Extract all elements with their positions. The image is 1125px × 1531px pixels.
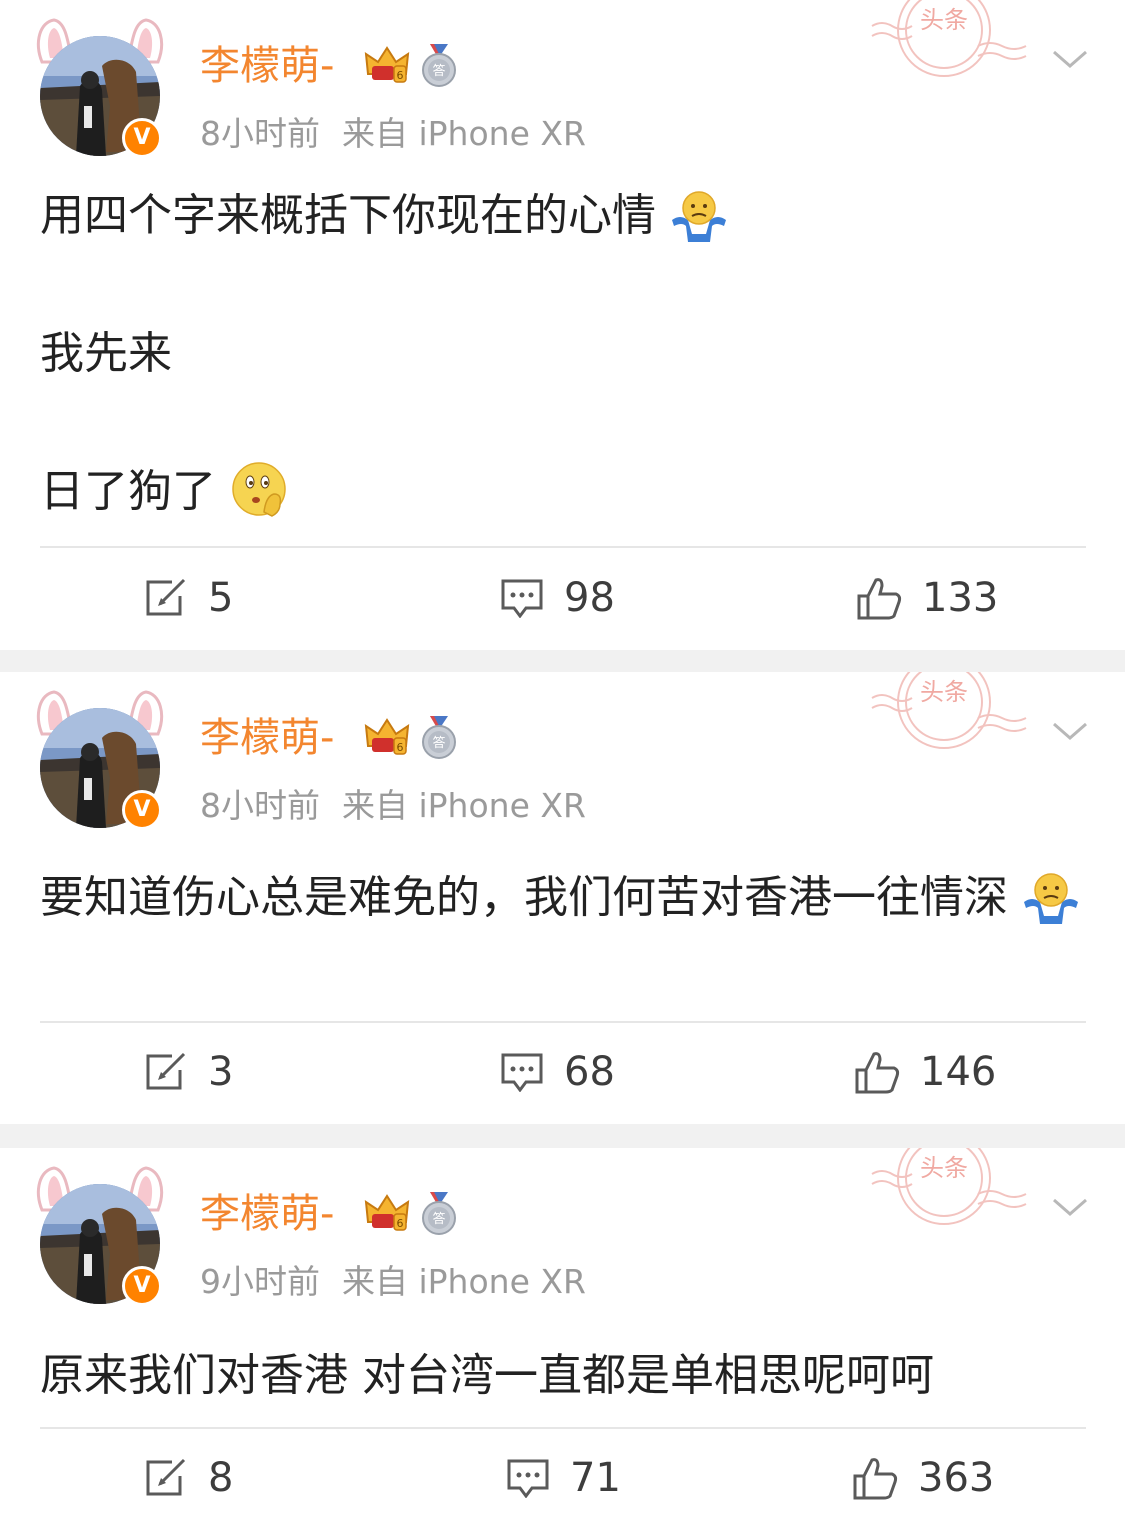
verified-badge: V: [122, 1266, 162, 1306]
headline-stamp-icon: 头条: [871, 1148, 1027, 1225]
comment-icon: [501, 1053, 543, 1092]
like-count: 146: [920, 1049, 997, 1095]
post-text: 要知道伤心总是难免的，我们何苦对香港一往情深: [40, 872, 1008, 923]
answer-medal-icon[interactable]: 答: [418, 1190, 460, 1236]
comment-button[interactable]: 71: [506, 1448, 621, 1508]
crown-vip-icon[interactable]: 6: [364, 716, 410, 758]
stamp-text: 头条: [920, 1154, 968, 1182]
thumbs-up-icon: [855, 1052, 900, 1094]
comment-count: 98: [564, 575, 615, 621]
repost-button[interactable]: 5: [144, 568, 233, 628]
like-button[interactable]: 363: [852, 1448, 994, 1508]
post-meta: 9小时前 来自 iPhone XR: [200, 1260, 586, 1304]
post-text: 我先来: [40, 328, 172, 379]
thinking-emoji-icon: [232, 462, 286, 517]
post-separator: [0, 1124, 1125, 1148]
comment-count: 68: [564, 1049, 615, 1095]
post-text: 用四个字来概括下你现在的心情: [40, 190, 656, 241]
thumbs-up-icon: [857, 578, 902, 620]
avatar-wrap[interactable]: V: [32, 1162, 168, 1307]
post-content: 原来我们对香港 对台湾一直都是单相思呢呵呵: [40, 1342, 1090, 1410]
post-source[interactable]: 来自 iPhone XR: [342, 114, 586, 153]
post-card[interactable]: V 李檬萌- 6 答 9小时前 来自 iPhone XR 头条 原来我们对香港 …: [0, 1148, 1125, 1531]
comment-icon: [507, 1459, 549, 1498]
repost-icon: [146, 1458, 186, 1496]
chevron-down-icon[interactable]: [1050, 716, 1090, 746]
divider: [40, 1427, 1086, 1429]
post-text: 原来我们对香港 对台湾一直都是单相思呢呵呵: [40, 1350, 934, 1401]
svg-text:答: 答: [432, 735, 445, 751]
username[interactable]: 李檬萌-: [200, 1186, 334, 1242]
shrug-emoji-icon: [672, 191, 726, 242]
comment-count: 71: [570, 1455, 621, 1501]
like-button[interactable]: 133: [856, 568, 998, 628]
like-count: 133: [922, 575, 999, 621]
post-time: 9小时前: [200, 1262, 320, 1301]
answer-medal-icon[interactable]: 答: [418, 714, 460, 760]
avatar-wrap[interactable]: V: [32, 14, 168, 159]
avatar-wrap[interactable]: V: [32, 686, 168, 831]
weibo-feed: V 李檬萌- 6 答 8小时前 来自 iPhone XR 头条 用四个字来概括下…: [0, 0, 1125, 1531]
headline-stamp-icon: 头条: [871, 672, 1027, 749]
post-time: 8小时前: [200, 114, 320, 153]
post-content: 用四个字来概括下你现在的心情 我先来 日了狗了: [40, 182, 1090, 526]
post-text: 日了狗了: [40, 466, 216, 517]
verified-badge: V: [122, 790, 162, 830]
divider: [40, 546, 1086, 548]
post-source[interactable]: 来自 iPhone XR: [342, 786, 586, 825]
username[interactable]: 李檬萌-: [200, 710, 334, 766]
crown-vip-icon[interactable]: 6: [364, 1192, 410, 1234]
thumbs-up-icon: [853, 1458, 898, 1500]
like-count: 363: [918, 1455, 995, 1501]
comment-button[interactable]: 98: [500, 568, 615, 628]
repost-icon: [146, 578, 186, 616]
like-button[interactable]: 146: [854, 1042, 996, 1102]
svg-text:答: 答: [432, 1211, 445, 1227]
comment-icon: [501, 579, 543, 618]
post-meta: 8小时前 来自 iPhone XR: [200, 112, 586, 156]
shrug-emoji-icon: [1024, 873, 1078, 924]
stamp-text: 头条: [920, 6, 968, 34]
username[interactable]: 李檬萌-: [200, 38, 334, 94]
post-separator: [0, 650, 1125, 672]
chevron-down-icon[interactable]: [1050, 1192, 1090, 1222]
post-source[interactable]: 来自 iPhone XR: [342, 1262, 586, 1301]
crown-vip-icon[interactable]: 6: [364, 44, 410, 86]
post-meta: 8小时前 来自 iPhone XR: [200, 784, 586, 828]
answer-medal-icon[interactable]: 答: [418, 42, 460, 88]
svg-text:6: 6: [397, 69, 404, 82]
repost-count: 5: [208, 575, 234, 621]
post-card[interactable]: V 李檬萌- 6 答 8小时前 来自 iPhone XR: [0, 672, 1125, 1124]
headline-stamp-icon: 头条: [871, 0, 1027, 77]
post-time: 8小时前: [200, 786, 320, 825]
repost-icon: [146, 1052, 186, 1090]
comment-button[interactable]: 68: [500, 1042, 615, 1102]
divider: [40, 1021, 1086, 1023]
post-content: 要知道伤心总是难免的，我们何苦对香港一往情深: [40, 864, 1090, 932]
svg-text:6: 6: [397, 741, 404, 754]
verified-badge: V: [122, 118, 162, 158]
chevron-down-icon[interactable]: [1050, 44, 1090, 74]
repost-count: 3: [208, 1049, 234, 1095]
repost-button[interactable]: 3: [144, 1042, 233, 1102]
repost-count: 8: [208, 1455, 234, 1501]
svg-text:6: 6: [397, 1217, 404, 1230]
post-card[interactable]: V 李檬萌- 6 答 8小时前 来自 iPhone XR: [0, 0, 1125, 650]
svg-text:答: 答: [432, 63, 445, 79]
repost-button[interactable]: 8: [144, 1448, 233, 1508]
stamp-text: 头条: [920, 678, 968, 706]
